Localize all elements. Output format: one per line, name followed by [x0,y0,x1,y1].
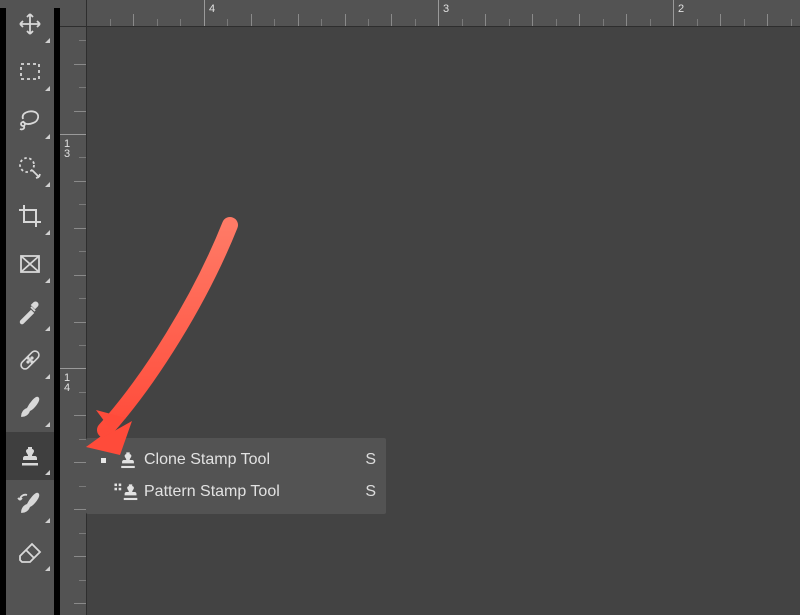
brush-icon [16,394,44,422]
flyout-indicator-icon [45,182,50,187]
bandage-icon [16,346,44,374]
flyout-indicator-icon [45,134,50,139]
ruler-h-major-label: 2 [678,3,684,15]
ruler-v-digit: 3 [64,149,74,159]
flyout-indicator-icon [45,326,50,331]
flyout-indicator-icon [45,470,50,475]
eyedropper-icon [17,299,43,325]
vertical-ruler[interactable]: 1 3 1 4 [60,26,87,615]
flyout-item-label: Pattern Stamp Tool [144,483,356,501]
frame-icon [18,252,42,276]
toolbar [6,0,54,615]
history-brush-tool[interactable] [6,480,54,528]
clone-stamp-tool[interactable] [6,432,54,480]
flyout-indicator-icon [45,230,50,235]
quick-selection-tool[interactable] [6,144,54,192]
spot-healing-brush-tool[interactable] [6,336,54,384]
ruler-v-digit: 4 [64,383,74,393]
flyout-indicator-icon [45,518,50,523]
stamp-icon [17,443,43,469]
marquee-icon [18,60,42,84]
lasso-tool[interactable] [6,96,54,144]
clone-stamp-flyout-menu: Clone Stamp Tool S Pattern Stamp Tool S [86,438,386,514]
canvas-area[interactable] [86,26,800,615]
active-indicator-icon [101,458,106,463]
ruler-h-major-label: 4 [209,3,215,15]
brush-tool[interactable] [6,384,54,432]
eraser-tool[interactable] [6,528,54,576]
flyout-indicator-icon [45,38,50,43]
move-icon [18,12,42,36]
flyout-indicator-icon [45,566,50,571]
crop-tool[interactable] [6,192,54,240]
flyout-item-pattern-stamp[interactable]: Pattern Stamp Tool S [86,476,386,508]
ruler-v-major-label: 1 3 [64,139,74,159]
crop-icon [17,203,43,229]
move-tool[interactable] [6,0,54,48]
horizontal-ruler[interactable]: 4 3 2 [86,0,800,27]
document-stage: 4 3 2 [60,0,800,615]
lasso-icon [17,107,43,133]
flyout-item-shortcut: S [356,451,376,469]
flyout-item-label: Clone Stamp Tool [144,451,356,469]
flyout-indicator-icon [45,86,50,91]
ruler-h-major-label: 3 [443,3,449,15]
flyout-item-clone-stamp[interactable]: Clone Stamp Tool S [86,444,386,476]
eraser-icon [16,538,44,566]
rectangular-marquee-tool[interactable] [6,48,54,96]
history-brush-icon [16,490,44,518]
flyout-item-shortcut: S [356,483,376,501]
pattern-stamp-icon [112,481,144,503]
flyout-indicator-icon [45,422,50,427]
quick-selection-icon [17,155,43,181]
ruler-origin-box[interactable] [60,0,87,27]
stamp-icon [112,449,144,471]
flyout-indicator-icon [45,278,50,283]
ruler-v-major-label: 1 4 [64,373,74,393]
eyedropper-tool[interactable] [6,288,54,336]
flyout-indicator-icon [45,374,50,379]
frame-tool[interactable] [6,240,54,288]
